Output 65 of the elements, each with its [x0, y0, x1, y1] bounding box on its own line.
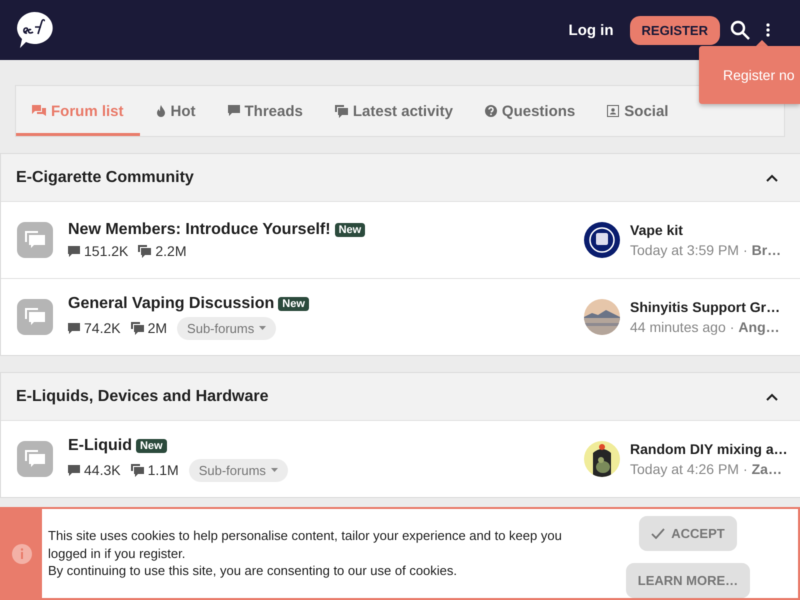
message-count: 1.1M [148, 462, 179, 478]
info-icon [12, 544, 32, 564]
comments-icon [138, 244, 152, 258]
comments-icon [334, 104, 348, 118]
comments-icon [130, 464, 144, 476]
comment-icon [68, 322, 80, 334]
forum-title[interactable]: New Members: Introduce Yourself! [68, 221, 331, 239]
tab[interactable]: Hot [140, 89, 212, 136]
tab[interactable]: Forum list [16, 89, 140, 136]
speech-bubbles-icon [25, 308, 45, 326]
search-icon[interactable] [730, 20, 750, 40]
category-title: E-Cigarette Community [16, 168, 194, 186]
speech-bubbles-icon [25, 450, 45, 468]
category-title: E-Liquids, Devices and Hardware [16, 388, 269, 406]
last-post-time: Today at 4:26 PM [630, 461, 739, 477]
caret-icon [270, 468, 278, 472]
speech-bubbles-icon [25, 231, 45, 249]
collapse-icon[interactable] [766, 392, 778, 400]
contact-card-icon [607, 105, 620, 117]
accept-button[interactable]: ACCEPT [639, 516, 737, 551]
chat-icon [32, 105, 46, 117]
subforums-button[interactable]: Sub-forums [188, 458, 288, 482]
caret-icon [259, 326, 266, 330]
register-button[interactable]: REGISTER [630, 16, 720, 44]
message-count: 2M [148, 320, 168, 336]
subforums-button[interactable]: Sub-forums [177, 316, 276, 340]
last-post-user[interactable]: Za… [752, 461, 782, 477]
new-badge: New [136, 438, 167, 452]
message-count: 2.2M [155, 243, 186, 259]
last-post-title[interactable]: Shinyitis Support Gr… [630, 299, 780, 315]
question-icon [484, 105, 497, 117]
tab[interactable]: Threads [212, 89, 319, 136]
last-post-time: 44 minutes ago [630, 319, 726, 335]
learn-more-button[interactable]: LEARN MORE… [626, 563, 750, 598]
comment-icon [68, 245, 80, 257]
separator-dot: · [742, 242, 748, 258]
comment-icon [228, 105, 240, 117]
last-post-time: Today at 3:59 PM [630, 242, 739, 258]
last-post-user[interactable]: Br… [752, 242, 782, 258]
new-badge: New [278, 296, 309, 310]
login-link[interactable]: Log in [568, 22, 614, 38]
flame-icon [156, 105, 166, 117]
comment-icon [68, 464, 80, 476]
comments-icon [130, 322, 144, 334]
thread-count: 44.3K [84, 462, 121, 478]
last-post-title[interactable]: Random DIY mixing a… [630, 441, 788, 457]
last-post-user[interactable]: Ang… [738, 319, 780, 335]
logo-icon[interactable] [14, 10, 54, 50]
forum-title[interactable]: General Vaping Discussion [68, 294, 274, 312]
new-badge: New [334, 223, 366, 237]
collapse-icon[interactable] [766, 174, 778, 182]
thread-count: 74.2K [84, 320, 121, 336]
forum-title[interactable]: E-Liquid [68, 436, 132, 454]
separator-dot: · [730, 319, 734, 335]
register-tooltip: Register no [699, 46, 800, 104]
check-icon [651, 528, 666, 539]
tab[interactable]: Social [591, 89, 684, 136]
tab[interactable]: Questions [468, 89, 592, 136]
separator-dot: · [742, 461, 748, 477]
last-post-title[interactable]: Vape kit [630, 222, 782, 238]
thread-count: 151.2K [84, 243, 128, 259]
cookie-notice-text: By continuing to use this site, you are consenting to our use of cookies. [48, 562, 458, 580]
tab[interactable]: Latest activity [318, 89, 469, 136]
cookie-notice-text: This site uses cookies to help personalise content, tailor your experience and to keep you logged in if you register. [48, 527, 563, 562]
more-menu-icon[interactable] [766, 23, 770, 37]
